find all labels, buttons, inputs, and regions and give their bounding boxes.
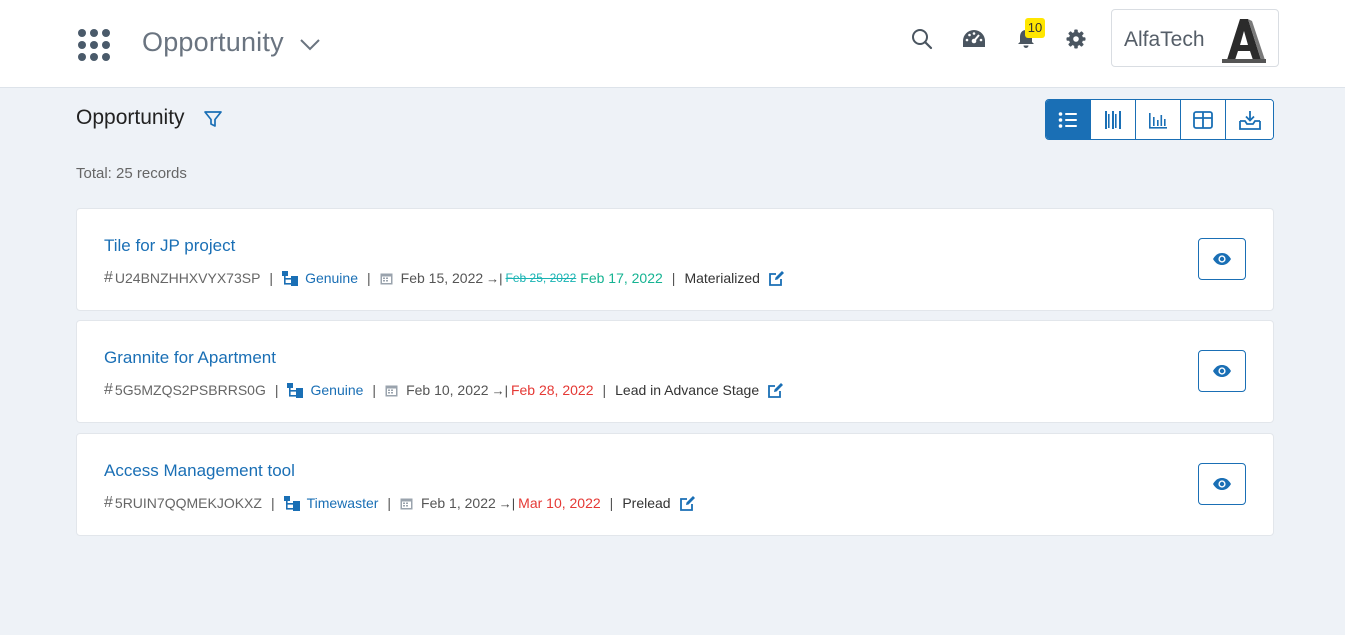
record-title[interactable]: Grannite for Apartment: [104, 348, 276, 368]
end-date: Feb 28, 2022: [510, 382, 594, 398]
separator: |: [671, 270, 676, 286]
hierarchy-icon: [283, 495, 300, 511]
hierarchy-icon: [287, 382, 304, 398]
top-bar: Opportunity 10 AlfaTech: [0, 0, 1345, 88]
start-date: Feb 10, 2022: [406, 382, 489, 398]
app-title[interactable]: Opportunity: [142, 27, 284, 58]
record-code: 5RUIN7QQMEKJOKXZ: [114, 495, 262, 511]
speedometer-icon[interactable]: [961, 26, 987, 52]
account-name: AlfaTech: [1124, 28, 1205, 51]
record-meta: # 5RUIN7QQMEKJOKXZ | Timewaster | Feb 1,…: [104, 494, 696, 512]
record-title[interactable]: Tile for JP project: [104, 236, 235, 256]
chart-icon: [1149, 112, 1167, 129]
separator: |: [609, 495, 614, 511]
start-date: Feb 1, 2022: [421, 495, 496, 511]
separator: |: [367, 270, 371, 286]
record-meta: # 5G5MZQS2PSBRRS0G | Genuine | Feb 10, 2…: [104, 381, 784, 399]
separator: |: [274, 382, 279, 398]
hash-icon: #: [104, 269, 113, 286]
calendar-icon: [380, 273, 393, 284]
record-title[interactable]: Access Management tool: [104, 461, 295, 481]
record-card: Access Management tool # 5RUIN7QQMEKJOKX…: [76, 433, 1274, 536]
table-icon: [1193, 110, 1213, 129]
edit-icon[interactable]: [767, 382, 784, 399]
page-title: Opportunity: [76, 106, 185, 129]
separator: |: [387, 495, 392, 511]
arrow-to-line-icon: →|: [498, 495, 516, 511]
kanban-view-button[interactable]: [1091, 100, 1136, 139]
record-meta: # U24BNZHHXVYX73SP | Genuine | Feb 15, 2…: [104, 269, 785, 287]
record-tag[interactable]: Genuine: [310, 382, 363, 398]
record-card: Grannite for Apartment # 5G5MZQS2PSBRRS0…: [76, 320, 1274, 423]
chart-view-button[interactable]: [1136, 100, 1181, 139]
hash-icon: #: [104, 381, 113, 398]
table-view-button[interactable]: [1181, 100, 1226, 139]
record-code: 5G5MZQS2PSBRRS0G: [114, 382, 266, 398]
account-switcher[interactable]: AlfaTech: [1111, 9, 1279, 67]
company-logo: [1222, 19, 1266, 63]
view-switcher: [1045, 99, 1274, 140]
gear-icon[interactable]: [1063, 26, 1089, 52]
chevron-down-icon[interactable]: [299, 33, 321, 55]
record-status: Prelead: [622, 495, 671, 511]
previous-end-date: Feb 25, 2022: [505, 271, 577, 285]
list-icon: [1058, 111, 1077, 128]
calendar-icon: [400, 498, 413, 509]
grid-dots-icon[interactable]: [78, 29, 110, 61]
list-view-button[interactable]: [1046, 100, 1091, 139]
eye-icon: [1213, 253, 1231, 265]
view-record-button[interactable]: [1198, 238, 1246, 280]
search-icon[interactable]: [909, 26, 935, 52]
record-tag[interactable]: Timewaster: [307, 495, 379, 511]
record-tag[interactable]: Genuine: [305, 270, 358, 286]
edit-icon[interactable]: [679, 495, 696, 512]
record-status: Lead in Advance Stage: [615, 382, 760, 398]
total-records: Total: 25 records: [76, 165, 187, 182]
hash-icon: #: [104, 494, 113, 511]
separator: |: [270, 495, 275, 511]
arrow-to-line-icon: →|: [491, 382, 508, 398]
eye-icon: [1213, 365, 1231, 377]
filter-icon[interactable]: [203, 109, 223, 129]
record-status: Materialized: [684, 270, 760, 286]
separator: |: [372, 382, 377, 398]
export-button[interactable]: [1226, 100, 1273, 139]
eye-icon: [1213, 478, 1231, 490]
record-code: U24BNZHHXVYX73SP: [114, 270, 261, 286]
arrow-to-line-icon: →|: [486, 270, 503, 286]
notification-count-badge: 10: [1025, 18, 1045, 38]
start-date: Feb 15, 2022: [400, 270, 484, 286]
end-date: Mar 10, 2022: [518, 495, 601, 511]
kanban-icon: [1105, 110, 1121, 129]
separator: |: [602, 382, 607, 398]
hierarchy-icon: [282, 270, 299, 286]
view-record-button[interactable]: [1198, 463, 1246, 505]
view-record-button[interactable]: [1198, 350, 1246, 392]
record-card: Tile for JP project # U24BNZHHXVYX73SP |…: [76, 208, 1274, 311]
download-icon: [1238, 110, 1261, 130]
edit-icon[interactable]: [768, 270, 785, 287]
separator: |: [269, 270, 274, 286]
calendar-icon: [385, 385, 398, 396]
end-date: Feb 17, 2022: [580, 270, 663, 286]
